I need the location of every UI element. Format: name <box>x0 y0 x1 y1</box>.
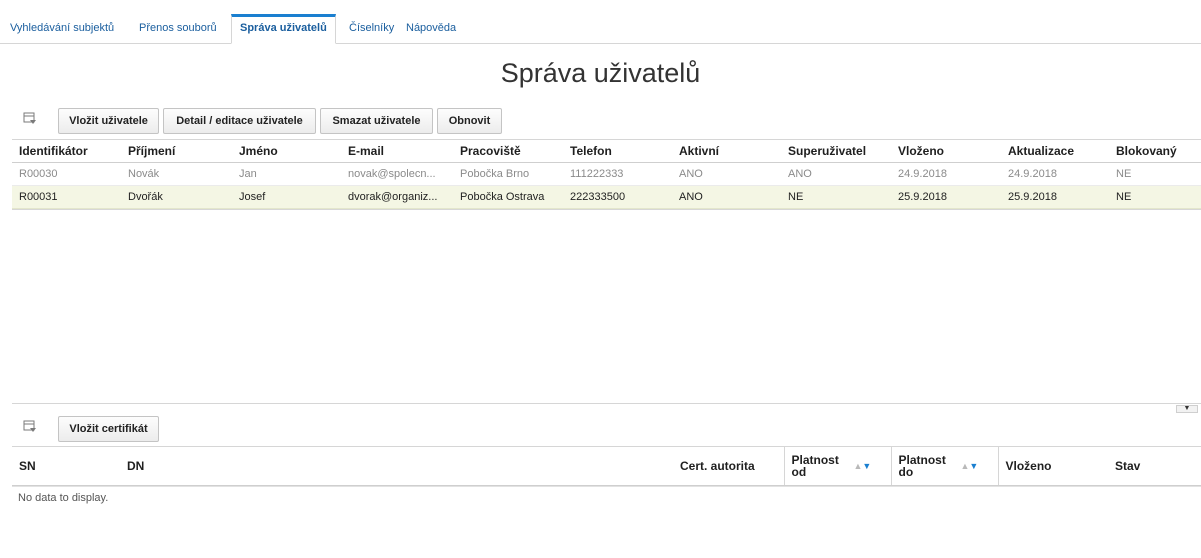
col-header-stav[interactable]: Stav <box>1108 446 1201 486</box>
col-header-blokovany[interactable]: Blokovaný <box>1109 139 1201 163</box>
panel-splitter-handle[interactable]: ▼ <box>1176 405 1198 413</box>
column-chooser-icon[interactable] <box>23 112 41 130</box>
col-header-sn[interactable]: SN <box>12 446 120 486</box>
certificates-table: SN DN Cert. autorita Platnost od ▲▼ Platn… <box>12 446 1201 487</box>
col-header-aktivni[interactable]: Aktivní <box>672 139 781 163</box>
col-header-telefon[interactable]: Telefon <box>563 139 672 163</box>
users-table-body-area <box>12 162 1201 404</box>
col-header-pracoviste[interactable]: Pracoviště <box>453 139 563 163</box>
column-chooser-icon[interactable] <box>23 420 41 438</box>
col-header-superuzivatel[interactable]: Superuživatel <box>781 139 891 163</box>
col-header-platnost-do[interactable]: Platnost do ▲▼ <box>890 446 998 486</box>
page-title: Správa uživatelů <box>500 58 701 88</box>
col-header-platnost-do-label: Platnost do <box>898 453 946 479</box>
tab-ciselniky[interactable]: Číselníky <box>341 15 402 44</box>
insert-user-button[interactable]: Vložit uživatele <box>58 108 159 134</box>
sort-icon[interactable]: ▲▼ <box>854 461 872 471</box>
refresh-button[interactable]: Obnovit <box>437 108 502 134</box>
col-header-platnost-od-label: Platnost od <box>791 453 839 479</box>
tab-prenos-souboru[interactable]: Přenos souborů <box>131 15 225 44</box>
empty-table-message: No data to display. <box>18 492 109 504</box>
col-header-vlozeno[interactable]: Vloženo <box>891 139 1001 163</box>
cert-toolbar: Vložit certifikát <box>0 416 300 442</box>
insert-certificate-button[interactable]: Vložit certifikát <box>58 416 159 442</box>
col-header-platnost-od[interactable]: Platnost od ▲▼ <box>783 446 891 486</box>
delete-user-button[interactable]: Smazat uživatele <box>320 108 433 134</box>
users-header-row: Identifikátor Příjmení Jméno E-mail Prac… <box>12 139 1201 163</box>
sort-descending-icon[interactable]: ▼ <box>969 461 978 471</box>
sort-icon[interactable]: ▲▼ <box>961 461 979 471</box>
col-header-dn[interactable]: DN <box>120 446 673 486</box>
col-header-email[interactable]: E-mail <box>341 139 453 163</box>
col-header-identifikator[interactable]: Identifikátor <box>12 139 121 163</box>
tab-sprava-uzivatelu[interactable]: Správa uživatelů <box>231 14 336 44</box>
users-toolbar: Vložit uživatele Detail / editace uživat… <box>0 108 1201 134</box>
col-header-aktualizace[interactable]: Aktualizace <box>1001 139 1109 163</box>
tab-vyhledavani-subjektu[interactable]: Vyhledávání subjektů <box>2 15 122 44</box>
cert-header-row: SN DN Cert. autorita Platnost od ▲▼ Platn… <box>12 446 1201 486</box>
col-header-jmeno[interactable]: Jméno <box>232 139 341 163</box>
col-header-cert-autorita[interactable]: Cert. autorita <box>673 446 784 486</box>
sort-descending-icon[interactable]: ▼ <box>862 461 871 471</box>
tab-napoveda[interactable]: Nápověda <box>398 15 464 44</box>
col-header-vlozeno[interactable]: Vloženo <box>997 446 1108 486</box>
tab-bar: Vyhledávání subjektů Přenos souborů Sprá… <box>0 10 1201 44</box>
detail-edit-user-button[interactable]: Detail / editace uživatele <box>163 108 316 134</box>
col-header-prijmeni[interactable]: Příjmení <box>121 139 232 163</box>
